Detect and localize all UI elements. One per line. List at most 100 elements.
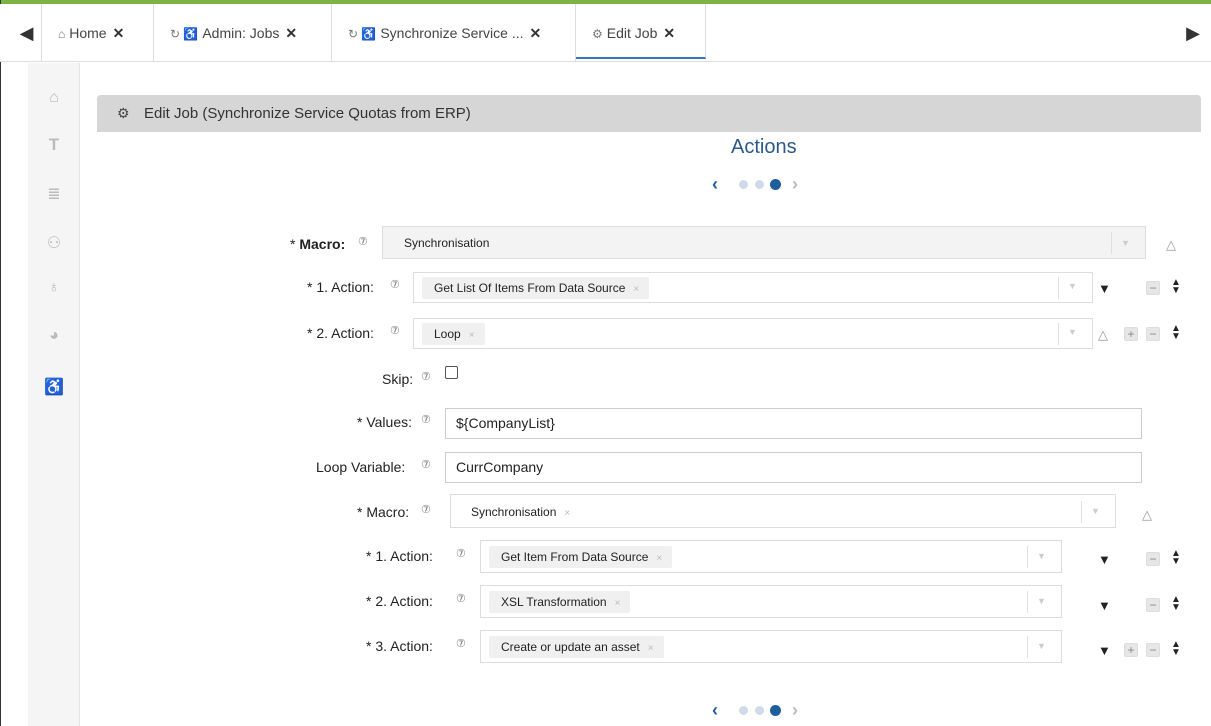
remove-action-button[interactable]: −	[1146, 327, 1160, 341]
expand-icon[interactable]: ▼	[1098, 552, 1111, 567]
loop-variable-field[interactable]: CurrCompany	[445, 452, 1142, 483]
chevron-down-icon[interactable]: ▼	[1068, 327, 1077, 337]
close-icon[interactable]: ✕	[530, 25, 542, 41]
remove-action-button[interactable]: −	[1146, 598, 1160, 612]
database-icon[interactable]: ≣	[28, 184, 80, 204]
pager-dot[interactable]	[755, 180, 764, 189]
help-icon[interactable]: ⑦	[456, 592, 466, 605]
panel-header: ⚙ Edit Job (Synchronize Service Quotas f…	[97, 95, 1201, 132]
inner-action1-select[interactable]: Get Item From Data Source × ▼	[480, 540, 1062, 573]
expand-icon[interactable]: ▼	[1098, 643, 1111, 658]
help-icon[interactable]: ⑦	[421, 458, 431, 471]
help-icon[interactable]: ⑦	[390, 278, 400, 291]
remove-icon[interactable]: ×	[615, 598, 621, 609]
inner-macro-label: * Macro:	[357, 504, 410, 520]
pager-dot[interactable]	[739, 180, 748, 189]
action1-select[interactable]: Get List Of Items From Data Source × ▼	[413, 272, 1093, 303]
values-field[interactable]: ${CompanyList}	[445, 408, 1142, 439]
inner-action3-select[interactable]: Create or update an asset × ▼	[480, 630, 1062, 663]
chevron-down-icon[interactable]: ▼	[1121, 238, 1130, 248]
remove-icon[interactable]: ×	[633, 284, 639, 295]
tab-label: Synchronize Service ...	[380, 25, 524, 41]
pager-prev-icon[interactable]: ‹	[712, 700, 718, 721]
reorder-icon[interactable]: ▲ ▼	[1171, 640, 1181, 658]
remove-icon[interactable]: ×	[564, 508, 570, 519]
pager-dot[interactable]	[739, 706, 748, 715]
tabs-scroll-left-icon[interactable]: ◀	[12, 4, 42, 62]
text-icon[interactable]: T	[28, 135, 80, 155]
home-icon: ⌂	[58, 27, 66, 41]
chevron-down-icon[interactable]: ▼	[1037, 641, 1046, 651]
expand-icon[interactable]: ▼	[1098, 281, 1111, 296]
remove-action-button[interactable]: −	[1146, 552, 1160, 566]
action2-select[interactable]: Loop × ▼	[413, 318, 1093, 349]
chevron-down-icon[interactable]: ▼	[1037, 551, 1046, 561]
help-icon[interactable]: ⑦	[421, 370, 431, 383]
chevron-down-icon[interactable]: ▼	[1091, 506, 1100, 516]
remove-action-button[interactable]: −	[1146, 281, 1160, 295]
tabs-scroll-right-icon[interactable]: ▶	[1183, 22, 1203, 44]
chevron-down-icon[interactable]: ▼	[1068, 281, 1077, 291]
macro-select[interactable]: Synchronisation ▼	[382, 226, 1146, 259]
tab-bar: ◀ ⌂ Home ✕ ↻ ♿ Admin: Jobs ✕ ↻ ♿ Synchronize …	[0, 4, 1211, 62]
help-icon[interactable]: ⑦	[456, 547, 466, 560]
pager-prev-icon[interactable]: ‹	[712, 174, 718, 195]
reorder-icon[interactable]: ▲ ▼	[1171, 549, 1181, 567]
pager-next-icon[interactable]: ›	[792, 174, 798, 195]
expand-icon[interactable]: ▼	[1098, 598, 1111, 613]
inner-macro-select[interactable]: Synchronisation × ▼	[450, 494, 1116, 528]
reorder-icon[interactable]: ▲ ▼	[1171, 278, 1181, 296]
remove-icon[interactable]: ×	[656, 553, 662, 564]
reorder-icon[interactable]: ▲ ▼	[1171, 324, 1181, 342]
users-icon[interactable]: ⚇	[28, 233, 80, 253]
help-icon[interactable]: ⑦	[421, 503, 431, 516]
add-action-button[interactable]: +	[1124, 327, 1138, 341]
help-icon[interactable]: ⑦	[421, 413, 431, 426]
remove-icon[interactable]: ×	[648, 643, 654, 654]
home-icon[interactable]: ⌂	[28, 89, 80, 107]
remove-action-button[interactable]: −	[1146, 643, 1160, 657]
collapse-icon[interactable]: △	[1098, 327, 1108, 343]
close-icon[interactable]: ✕	[663, 25, 675, 41]
pager-dot[interactable]	[755, 706, 764, 715]
gear-icon: ⚙	[592, 27, 603, 41]
token-text: Create or update an asset	[501, 640, 640, 654]
tab-label: Home	[69, 25, 107, 41]
admin-icon[interactable]: ♿	[28, 377, 80, 397]
divider	[1027, 591, 1028, 613]
values-label: * Values:	[357, 414, 413, 430]
chevron-down-icon[interactable]: ▼	[1037, 596, 1046, 606]
inner-action2-select[interactable]: XSL Transformation × ▼	[480, 585, 1062, 618]
add-action-button[interactable]: +	[1124, 643, 1138, 657]
tab-edit-job[interactable]: ⚙ Edit Job ✕	[576, 4, 706, 59]
divider	[1058, 323, 1059, 345]
token-text: Loop	[434, 327, 461, 341]
action2-token: Loop ×	[422, 323, 485, 345]
tab-admin-jobs[interactable]: ↻ ♿ Admin: Jobs ✕	[154, 4, 332, 62]
gear-icon: ⚙	[117, 105, 130, 121]
collapse-icon[interactable]: △	[1142, 507, 1152, 523]
panel-title: Edit Job (Synchronize Service Quotas fro…	[144, 105, 471, 122]
divider	[1111, 232, 1112, 254]
inner-action2-label: * 2. Action:	[366, 593, 433, 609]
pager-dot-active[interactable]	[770, 705, 781, 716]
close-icon[interactable]: ✕	[285, 25, 297, 41]
sidebar: ⌂ T ≣ ⚇ ♁ ◕ ♿	[28, 63, 80, 726]
collapse-icon[interactable]: △	[1166, 237, 1176, 253]
tab-home[interactable]: ⌂ Home ✕	[42, 4, 154, 62]
pie-chart-icon[interactable]: ◕	[28, 327, 80, 345]
action1-label: * 1. Action:	[307, 279, 374, 295]
remove-icon[interactable]: ×	[469, 330, 475, 341]
pager-dot-active[interactable]	[770, 179, 781, 190]
help-icon[interactable]: ⑦	[456, 637, 466, 650]
macro-label: * Macro:	[290, 236, 346, 252]
reorder-icon[interactable]: ▲ ▼	[1171, 595, 1181, 613]
pager-next-icon[interactable]: ›	[792, 700, 798, 721]
close-icon[interactable]: ✕	[113, 25, 125, 41]
help-icon[interactable]: ⑦	[358, 235, 368, 248]
section-title: Actions	[731, 136, 797, 158]
tab-synchronize-service[interactable]: ↻ ♿ Synchronize Service ... ✕	[332, 4, 576, 62]
lightbulb-icon[interactable]: ♁	[28, 279, 80, 297]
help-icon[interactable]: ⑦	[390, 324, 400, 337]
skip-checkbox[interactable]	[445, 366, 458, 379]
